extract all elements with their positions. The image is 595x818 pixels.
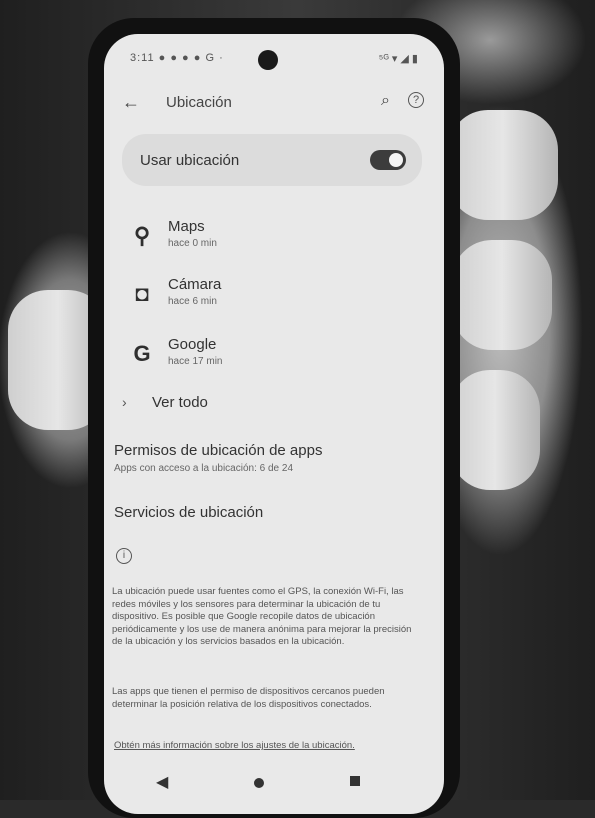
app-time: hace 17 min xyxy=(168,356,223,367)
see-all-label: Ver todo xyxy=(152,394,208,411)
page-title: Ubicación xyxy=(166,94,232,111)
see-all-button[interactable]: › Ver todo xyxy=(120,390,320,420)
app-time: hace 6 min xyxy=(168,296,217,307)
nav-home-icon[interactable] xyxy=(254,778,264,788)
finger-right-2 xyxy=(452,240,552,350)
app-bar: ← Ubicación ⌕ ? xyxy=(104,86,444,122)
learn-more-link[interactable]: Obtén más información sobre los ajustes … xyxy=(114,740,414,751)
use-location-toggle-card[interactable]: Usar ubicación xyxy=(122,134,422,186)
recent-app-camera[interactable]: ◘ Cámara hace 6 min xyxy=(104,272,444,322)
nav-recents-icon[interactable] xyxy=(350,776,360,786)
back-arrow-icon[interactable]: ← xyxy=(122,92,140,113)
finger-right-3 xyxy=(450,370,540,490)
switch-knob xyxy=(389,153,403,167)
search-icon[interactable]: ⌕ xyxy=(381,92,390,110)
location-services-title: Servicios de ubicación xyxy=(114,504,264,521)
notification-icons: ● ● ● ● G · xyxy=(158,52,224,64)
google-icon: G xyxy=(133,341,151,366)
location-services[interactable]: Servicios de ubicación xyxy=(114,504,434,521)
recent-app-google[interactable]: G Google hace 17 min xyxy=(104,332,444,382)
phone-screen: 3:11 ● ● ● ● G · ⁵ᴳ ▾ ◢ ▮ ← Ubicación ⌕ … xyxy=(104,34,444,814)
info-paragraph-1: La ubicación puede usar fuentes como el … xyxy=(112,586,412,647)
app-permissions-title: Permisos de ubicación de apps xyxy=(114,442,323,459)
status-time: 3:11 ● ● ● ● G · xyxy=(130,52,224,64)
app-name: Maps xyxy=(168,218,205,235)
app-name: Google xyxy=(168,336,217,353)
use-location-switch[interactable] xyxy=(370,150,406,170)
info-icon: i xyxy=(116,548,132,564)
app-time: hace 0 min xyxy=(168,238,217,249)
app-name: Cámara xyxy=(168,276,222,293)
location-pin-icon: ⚲ xyxy=(133,223,151,248)
finger-right xyxy=(448,110,558,220)
status-bar: 3:11 ● ● ● ● G · ⁵ᴳ ▾ ◢ ▮ xyxy=(104,48,444,72)
status-icons: ⁵ᴳ ▾ ◢ ▮ xyxy=(378,53,418,65)
camera-icon: ◘ xyxy=(135,281,149,306)
app-permissions-subtitle: Apps con acceso a la ubicación: 6 de 24 xyxy=(114,463,294,474)
recent-app-maps[interactable]: ⚲ Maps hace 0 min xyxy=(104,214,444,264)
use-location-label: Usar ubicación xyxy=(140,152,240,169)
app-location-permissions[interactable]: Permisos de ubicación de apps Apps con a… xyxy=(114,442,434,474)
help-icon[interactable]: ? xyxy=(408,92,424,108)
navigation-bar: ◀ xyxy=(104,772,444,800)
info-paragraph-2: Las apps que tienen el permiso de dispos… xyxy=(112,686,385,710)
chevron-right-icon: › xyxy=(122,394,127,410)
nav-back-icon[interactable]: ◀ xyxy=(156,772,168,792)
